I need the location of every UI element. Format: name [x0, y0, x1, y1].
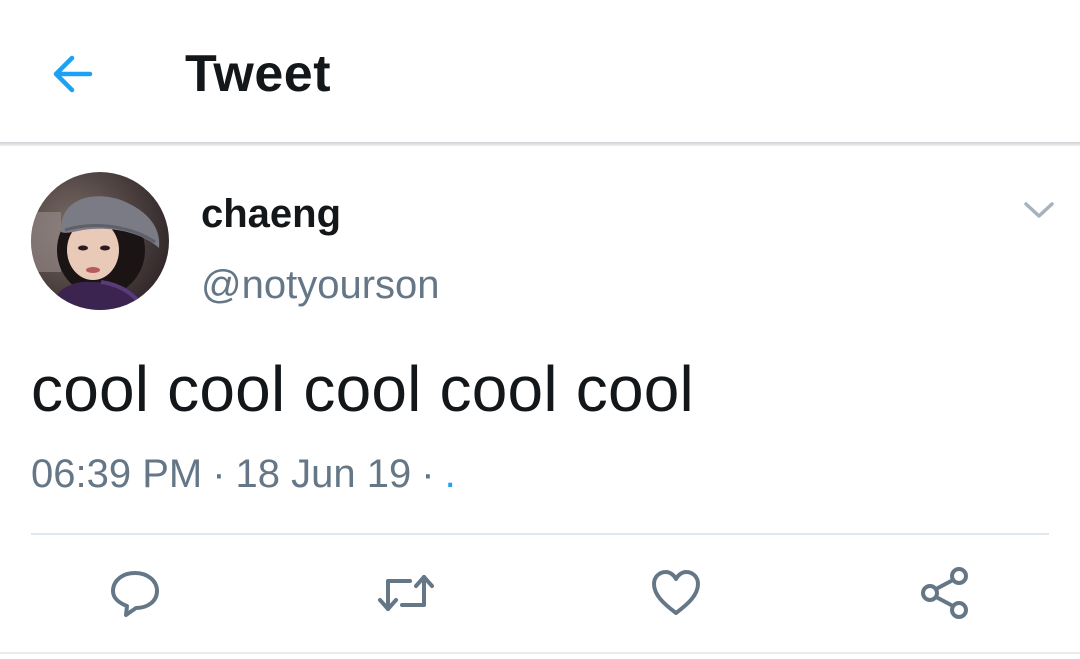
tweet-options-button[interactable]	[1018, 192, 1060, 228]
back-button[interactable]	[44, 46, 100, 102]
retweet-button[interactable]	[376, 563, 436, 623]
tweet-metadata: 06:39 PM · 18 Jun 19 ·.	[31, 452, 456, 497]
author-display-name[interactable]: chaeng	[201, 192, 341, 237]
tweet-detail-screen: Tweet chaeng @notyourson cool cool cool …	[0, 0, 1080, 659]
share-button[interactable]	[915, 563, 975, 623]
tweet-date: 18 Jun 19	[235, 452, 412, 496]
retweet-icon	[378, 575, 434, 611]
comment-icon	[111, 571, 159, 617]
top-app-bar: Tweet	[0, 0, 1080, 143]
arrow-left-icon	[53, 55, 93, 93]
author-handle[interactable]: @notyourson	[201, 263, 440, 308]
header-divider	[0, 142, 1080, 146]
share-icon	[921, 567, 968, 619]
tweet-time: 06:39 PM	[31, 452, 203, 496]
reply-button[interactable]	[105, 563, 165, 623]
tweet-source-link[interactable]: .	[445, 452, 456, 496]
meta-separator: ·	[421, 452, 435, 496]
page-title: Tweet	[185, 45, 332, 103]
like-button[interactable]	[646, 563, 706, 623]
profile-photo	[31, 172, 169, 310]
avatar[interactable]	[31, 172, 169, 310]
actions-divider	[31, 533, 1049, 535]
bottom-divider	[0, 652, 1080, 654]
tweet-text: cool cool cool cool cool	[31, 353, 694, 425]
heart-icon	[652, 570, 700, 615]
chevron-down-icon	[1024, 202, 1054, 218]
meta-separator: ·	[212, 452, 226, 496]
